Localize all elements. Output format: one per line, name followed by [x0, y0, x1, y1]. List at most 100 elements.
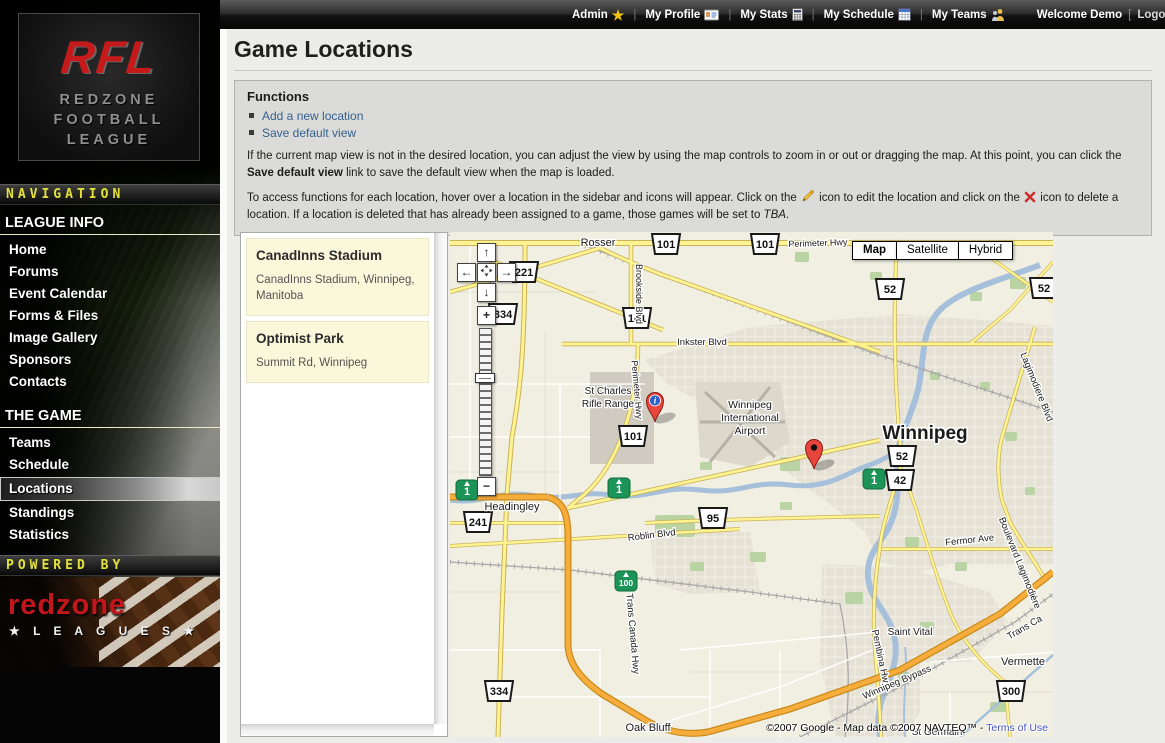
- help-paragraph-1: If the current map view is not in the de…: [247, 148, 1139, 181]
- terms-of-use-link[interactable]: Terms of Use: [986, 722, 1048, 734]
- map-label: Vermette: [1001, 656, 1045, 668]
- list-item: Save default view: [249, 126, 1139, 140]
- map-label: Rosser: [581, 237, 616, 249]
- zoom-slider-track[interactable]: [479, 328, 492, 476]
- topbar-item-my-profile[interactable]: My Profile: [641, 9, 723, 21]
- map-label: Winnipeg: [882, 423, 967, 444]
- logo-line: LEAGUE: [19, 130, 199, 150]
- map-graphic: 1011012213341011015252524224195334300111…: [450, 232, 1053, 737]
- svg-text:334: 334: [494, 309, 513, 321]
- topbar-item-my-stats[interactable]: My Stats: [736, 8, 806, 21]
- svg-text:101: 101: [657, 239, 675, 251]
- map-label: Brookside Blvd: [634, 264, 644, 324]
- highway-shield-95: 95: [699, 508, 727, 528]
- sidebar-item-statistics[interactable]: Statistics: [0, 524, 220, 546]
- star-icon: ★: [612, 8, 625, 22]
- horizontal-scrollbar[interactable]: [241, 724, 434, 736]
- map-canvas[interactable]: 1011012213341011015252524224195334300111…: [450, 232, 1053, 737]
- powered-by-banner: POWERED BY: [0, 555, 220, 576]
- svg-text:241: 241: [469, 517, 487, 529]
- pan-up-button[interactable]: ↑: [477, 243, 496, 262]
- map-type-switcher: MapSatelliteHybrid: [853, 241, 1013, 260]
- sidebar-item-forums[interactable]: Forums: [0, 261, 220, 283]
- sidebar-footer-fill: [0, 667, 220, 743]
- highway-shield-334: 334: [485, 681, 513, 701]
- welcome-user-label: Welcome Demo: [1037, 9, 1122, 21]
- sidebar-item-home[interactable]: Home: [0, 239, 220, 261]
- vertical-scrollbar[interactable]: [434, 233, 447, 724]
- sidebar-item-contacts[interactable]: Contacts: [0, 371, 220, 393]
- sidebar-item-event-calendar[interactable]: Event Calendar: [0, 283, 220, 305]
- zoom-out-button[interactable]: −: [477, 477, 496, 496]
- save-default-view-emphasis: Save default view: [247, 167, 343, 179]
- location-address: Summit Rd, Winnipeg: [256, 355, 420, 371]
- sidebar-item-standings[interactable]: Standings: [0, 502, 220, 524]
- svg-text:221: 221: [515, 267, 533, 279]
- svg-text:334: 334: [490, 686, 509, 698]
- svg-text:300: 300: [1002, 686, 1020, 698]
- location-name: CanadInns Stadium: [256, 248, 420, 263]
- highway-shield-101: 101: [652, 234, 680, 254]
- sidebar-item-image-gallery[interactable]: Image Gallery: [0, 327, 220, 349]
- map-type-hybrid-button[interactable]: Hybrid: [958, 241, 1013, 260]
- zoom-in-button[interactable]: +: [477, 306, 496, 325]
- functions-box: Functions Add a new location Save defaul…: [234, 80, 1152, 236]
- map-type-map-button[interactable]: Map: [852, 241, 897, 260]
- add-location-link[interactable]: Add a new location: [262, 109, 363, 123]
- sidebar-item-forms-files[interactable]: Forms & Files: [0, 305, 220, 327]
- sidebar-item-schedule[interactable]: Schedule: [0, 454, 220, 476]
- leagues-logo-text: ★ L E A G U E S ★: [9, 624, 220, 638]
- logout-link[interactable]: Logout: [1137, 9, 1165, 21]
- topbar-item-my-schedule[interactable]: My Schedule: [820, 8, 915, 21]
- calculator-icon: [792, 8, 803, 21]
- separator: |: [628, 9, 641, 21]
- location-address: CanadInns Stadium, Winnipeg, Manitoba: [256, 272, 420, 304]
- help-paragraph-2: To access functions for each location, h…: [247, 189, 1139, 223]
- nav-list-league-info: HomeForumsEvent CalendarForms & FilesIma…: [0, 239, 220, 393]
- scrollbar-corner: [434, 724, 447, 736]
- highway-shield-101: 101: [751, 234, 779, 254]
- map-label: Inkster Blvd: [677, 337, 727, 348]
- highway-shield-52: 52: [876, 279, 904, 299]
- svg-text:101: 101: [756, 239, 774, 251]
- sidebar-item-sponsors[interactable]: Sponsors: [0, 349, 220, 371]
- pan-right-button[interactable]: →: [497, 263, 516, 282]
- location-card[interactable]: Optimist Park Summit Rd, Winnipeg: [246, 321, 429, 383]
- save-default-view-link[interactable]: Save default view: [262, 126, 356, 140]
- pan-left-button[interactable]: ←: [457, 263, 476, 282]
- pan-down-button[interactable]: ↓: [477, 283, 496, 302]
- sidebar-item-teams[interactable]: Teams: [0, 432, 220, 454]
- topbar-item-admin[interactable]: Admin ★: [568, 8, 628, 22]
- top-toolbar: Admin ★ | My Profile | My Stats | My Sch…: [220, 0, 1165, 29]
- highway-shield-1: 1: [456, 480, 478, 500]
- map-copyright: ©2007 Google - Map data ©2007 NAVTEQ™ - …: [766, 722, 1048, 734]
- location-name: Optimist Park: [256, 331, 420, 346]
- sidebar-item-locations[interactable]: Locations: [0, 477, 220, 501]
- recenter-icon: [480, 264, 493, 277]
- logo-line: REDZONE: [19, 90, 199, 110]
- calendar-icon: [898, 8, 911, 21]
- svg-text:42: 42: [894, 475, 906, 487]
- page-title: Game Locations: [234, 35, 1152, 71]
- pan-center-button[interactable]: [477, 263, 496, 282]
- map-label: Oak Bluff: [625, 722, 671, 734]
- redzone-leagues-logo: redzone ★ L E A G U E S ★: [0, 577, 220, 667]
- highway-shield-101: 101: [619, 426, 647, 446]
- redzone-logo-text: redzone: [8, 589, 220, 622]
- logo-line: FOOTBALL: [19, 110, 199, 130]
- svg-text:101: 101: [624, 431, 642, 443]
- separator: |: [723, 9, 736, 21]
- bracket: [: [1128, 9, 1131, 21]
- svg-text:52: 52: [896, 451, 908, 463]
- map-label: Rifle Range: [582, 399, 635, 410]
- svg-text:1: 1: [616, 484, 622, 496]
- zoom-slider-handle[interactable]: [475, 373, 495, 383]
- map-type-satellite-button[interactable]: Satellite: [896, 241, 959, 260]
- topbar-item-my-teams[interactable]: My Teams: [928, 8, 1009, 22]
- profile-card-icon: [704, 9, 719, 21]
- nav-section-title-league-info: LEAGUE INFO: [0, 210, 220, 235]
- location-card[interactable]: CanadInns Stadium CanadInns Stadium, Win…: [246, 238, 429, 316]
- app-window: RFL REDZONE FOOTBALL LEAGUE NAVIGATION L…: [0, 0, 1165, 743]
- people-icon: [991, 8, 1005, 22]
- map-label: Winnipeg: [728, 399, 772, 411]
